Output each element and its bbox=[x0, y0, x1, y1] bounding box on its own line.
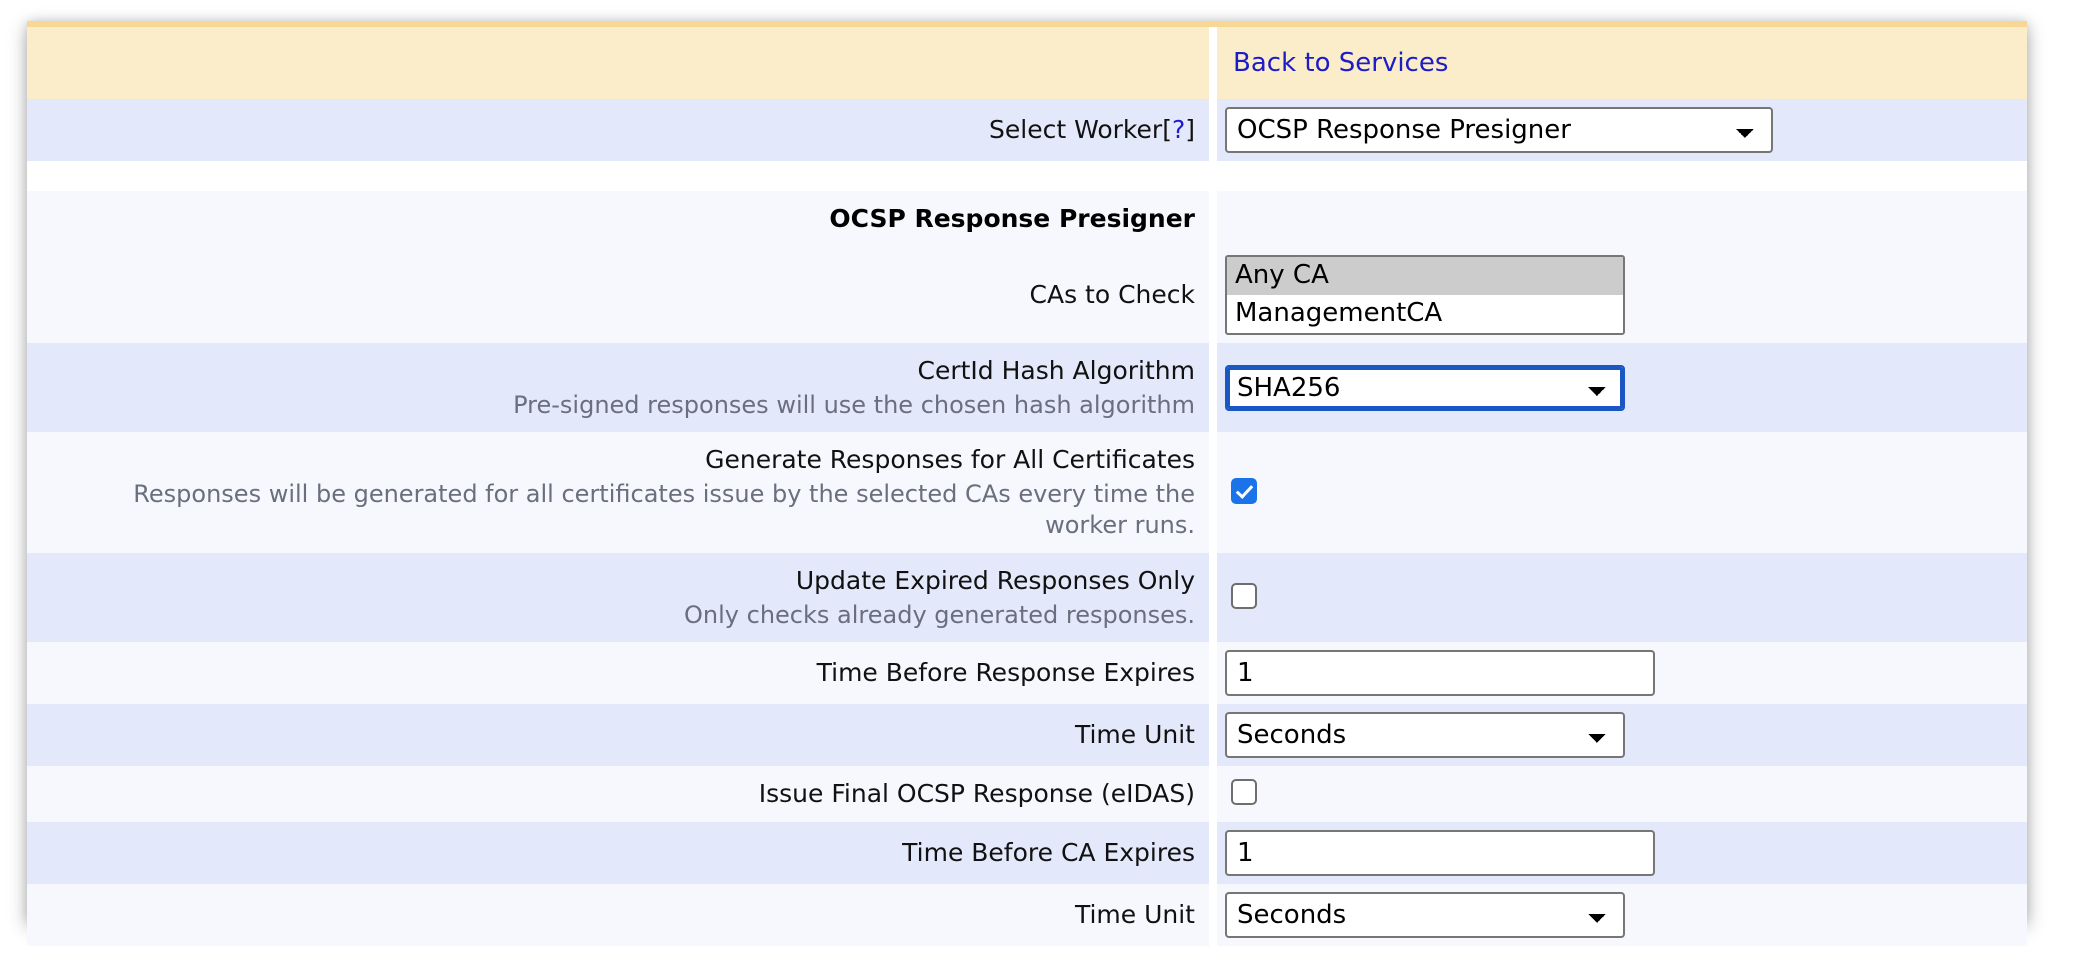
update-expired-checkbox[interactable] bbox=[1231, 583, 1257, 609]
select-worker-value-cell: OCSP Response Presigner bbox=[1217, 99, 2027, 161]
help-bracket-open: [ bbox=[1162, 115, 1172, 144]
time-unit-ca-row: Time Unit Seconds bbox=[27, 884, 2027, 946]
column-gap bbox=[1209, 247, 1217, 344]
certid-hash-dropdown[interactable]: SHA256 bbox=[1225, 365, 1625, 411]
column-gap bbox=[1209, 343, 1217, 432]
column-gap bbox=[1209, 24, 1217, 99]
issue-final-checkbox[interactable] bbox=[1231, 779, 1257, 805]
time-before-ca-expires-row: Time Before CA Expires bbox=[27, 822, 2027, 884]
select-worker-label: Select Worker bbox=[989, 115, 1162, 144]
column-gap bbox=[1209, 642, 1217, 704]
issue-final-label: Issue Final OCSP Response (eIDAS) bbox=[27, 766, 1209, 822]
cas-to-check-listbox[interactable]: Any CA ManagementCA bbox=[1225, 255, 1625, 336]
page-shell: Back to Services Select Worker[?] OCSP R… bbox=[27, 21, 2027, 921]
select-worker-row: Select Worker[?] OCSP Response Presigner bbox=[27, 99, 2027, 161]
cas-to-check-row: CAs to Check Any CA ManagementCA bbox=[27, 247, 2027, 344]
time-before-response-expires-input[interactable] bbox=[1225, 650, 1655, 696]
select-worker-dropdown[interactable]: OCSP Response Presigner bbox=[1225, 107, 1773, 153]
column-gap bbox=[1209, 822, 1217, 884]
section-title-cell: OCSP Response Presigner bbox=[27, 191, 1209, 247]
time-unit-response-dropdown[interactable]: Seconds bbox=[1225, 712, 1625, 758]
generate-all-label: Generate Responses for All Certificates bbox=[705, 445, 1195, 474]
help-bracket-close: ] bbox=[1185, 115, 1195, 144]
certid-hash-row: CertId Hash Algorithm Pre-signed respons… bbox=[27, 343, 2027, 432]
back-to-services-link[interactable]: Back to Services bbox=[1225, 48, 1448, 78]
certid-hash-value-cell: SHA256 bbox=[1217, 343, 2027, 432]
help-icon[interactable]: ? bbox=[1172, 115, 1185, 144]
time-unit-ca-value-cell: Seconds bbox=[1217, 884, 2027, 946]
update-expired-description: Only checks already generated responses. bbox=[47, 600, 1195, 632]
section-title-row: OCSP Response Presigner bbox=[27, 191, 2027, 247]
time-before-ca-expires-value-cell bbox=[1217, 822, 2027, 884]
column-gap bbox=[1209, 766, 1217, 822]
certid-hash-label-cell: CertId Hash Algorithm Pre-signed respons… bbox=[27, 343, 1209, 432]
header-left-spacer bbox=[27, 24, 1209, 99]
generate-all-checkbox[interactable] bbox=[1231, 478, 1257, 504]
section-title: OCSP Response Presigner bbox=[829, 204, 1195, 233]
update-expired-label-cell: Update Expired Responses Only Only check… bbox=[27, 553, 1209, 642]
issue-final-value-cell bbox=[1217, 766, 2027, 822]
certid-hash-description: Pre-signed responses will use the chosen… bbox=[47, 390, 1195, 422]
time-unit-ca-dropdown[interactable]: Seconds bbox=[1225, 892, 1625, 938]
update-expired-row: Update Expired Responses Only Only check… bbox=[27, 553, 2027, 642]
time-before-ca-expires-input[interactable] bbox=[1225, 830, 1655, 876]
time-before-response-expires-label: Time Before Response Expires bbox=[27, 642, 1209, 704]
column-gap bbox=[1209, 884, 1217, 946]
issue-final-row: Issue Final OCSP Response (eIDAS) bbox=[27, 766, 2027, 822]
spacer-cell bbox=[1209, 161, 1217, 191]
spacer-cell bbox=[1217, 161, 2027, 191]
certid-hash-label: CertId Hash Algorithm bbox=[918, 356, 1195, 385]
header-right-cell: Back to Services bbox=[1217, 24, 2027, 99]
spacer-cell bbox=[27, 161, 1209, 191]
column-gap bbox=[1209, 704, 1217, 766]
column-gap bbox=[1209, 191, 1217, 247]
column-gap bbox=[1209, 99, 1217, 161]
header-row: Back to Services bbox=[27, 24, 2027, 99]
column-gap bbox=[1209, 553, 1217, 642]
time-before-response-expires-row: Time Before Response Expires bbox=[27, 642, 2027, 704]
spacer-row bbox=[27, 161, 2027, 191]
update-expired-value-cell bbox=[1217, 553, 2027, 642]
time-unit-response-value-cell: Seconds bbox=[1217, 704, 2027, 766]
cas-to-check-label: CAs to Check bbox=[27, 247, 1209, 344]
time-unit-ca-label: Time Unit bbox=[27, 884, 1209, 946]
column-gap bbox=[1209, 432, 1217, 553]
time-before-response-expires-value-cell bbox=[1217, 642, 2027, 704]
generate-all-description: Responses will be generated for all cert… bbox=[47, 479, 1195, 542]
update-expired-label: Update Expired Responses Only bbox=[796, 566, 1195, 595]
worker-configuration-table: Back to Services Select Worker[?] OCSP R… bbox=[27, 21, 2027, 946]
cas-option-any-ca[interactable]: Any CA bbox=[1227, 257, 1623, 295]
section-title-value-cell bbox=[1217, 191, 2027, 247]
select-worker-label-cell: Select Worker[?] bbox=[27, 99, 1209, 161]
cas-to-check-value-cell: Any CA ManagementCA bbox=[1217, 247, 2027, 344]
generate-all-row: Generate Responses for All Certificates … bbox=[27, 432, 2027, 553]
time-unit-response-label: Time Unit bbox=[27, 704, 1209, 766]
generate-all-label-cell: Generate Responses for All Certificates … bbox=[27, 432, 1209, 553]
time-before-ca-expires-label: Time Before CA Expires bbox=[27, 822, 1209, 884]
cas-option-managementca[interactable]: ManagementCA bbox=[1227, 295, 1623, 333]
generate-all-value-cell bbox=[1217, 432, 2027, 553]
time-unit-response-row: Time Unit Seconds bbox=[27, 704, 2027, 766]
